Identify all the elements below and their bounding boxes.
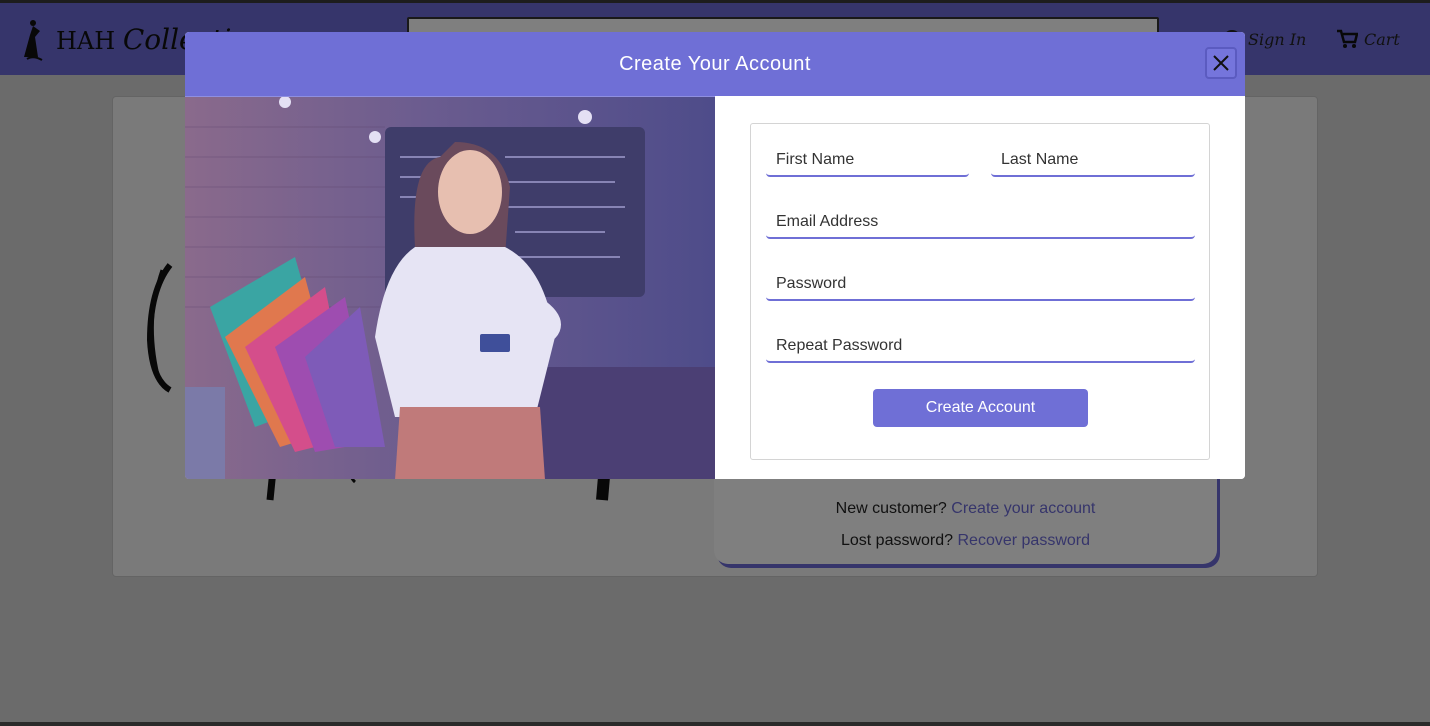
create-account-modal: Create Your Account First Name Last Name… <box>185 32 1245 479</box>
shopper-illustration <box>185 97 715 479</box>
repeat-password-field[interactable] <box>766 331 1195 363</box>
close-button[interactable] <box>1205 47 1237 79</box>
signup-form: Create Account <box>750 123 1210 460</box>
first-name-field[interactable] <box>766 145 969 177</box>
modal-title: Create Your Account <box>619 52 811 75</box>
signup-form-area: Create Account <box>715 96 1245 479</box>
close-icon <box>1213 55 1229 71</box>
last-name-field[interactable] <box>991 145 1195 177</box>
browser-bottom-edge <box>0 722 1430 726</box>
shopper-photo <box>185 96 715 479</box>
create-account-button[interactable]: Create Account <box>873 389 1088 427</box>
email-field[interactable] <box>766 207 1195 239</box>
modal-header: Create Your Account <box>185 32 1245 96</box>
password-field[interactable] <box>766 269 1195 301</box>
